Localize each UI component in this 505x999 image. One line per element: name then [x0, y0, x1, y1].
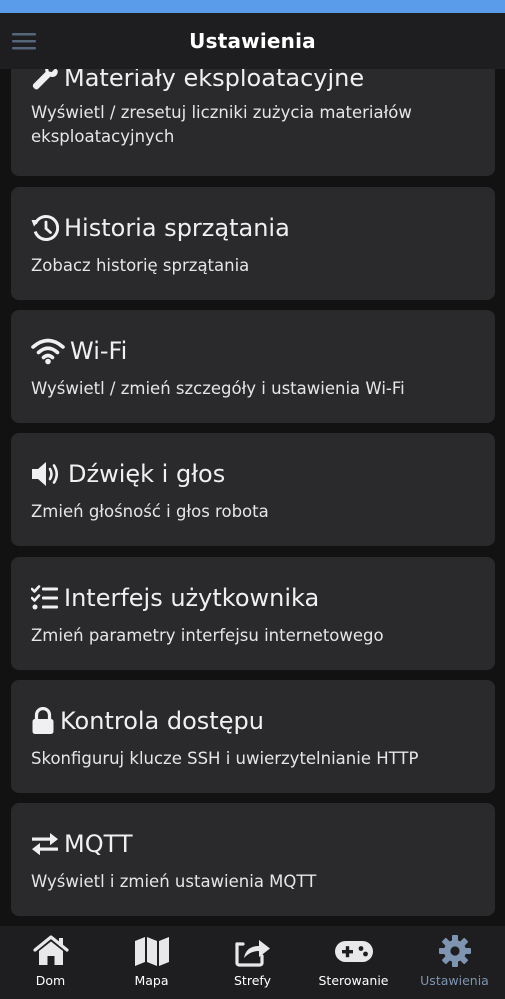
card-title: Wi-Fi — [70, 337, 128, 365]
lock-icon — [31, 706, 57, 736]
card-description: Zmień parametry interfejsu internetowego — [31, 626, 384, 645]
nav-item-zones[interactable]: Strefy — [202, 926, 303, 999]
nav-item-control[interactable]: Sterowanie — [303, 926, 404, 999]
card-mqtt[interactable]: MQTT Wyświetl i zmień ustawienia MQTT — [11, 803, 495, 916]
wrench-icon — [31, 69, 61, 93]
share-icon — [234, 934, 271, 968]
nav-item-home[interactable]: Dom — [0, 926, 101, 999]
settings-list[interactable]: Materiały eksploatacyjne Wyświetl / zres… — [0, 69, 505, 926]
nav-label: Mapa — [134, 973, 169, 988]
history-icon — [31, 213, 61, 243]
app-bar: Ustawienia — [0, 13, 505, 69]
map-icon — [134, 934, 170, 968]
card-title: MQTT — [64, 830, 133, 858]
gamepad-icon — [334, 934, 374, 968]
nav-label: Sterowanie — [318, 973, 389, 988]
card-user-interface[interactable]: Interfejs użytkownika Zmień parametry in… — [11, 557, 495, 670]
card-description: Zmień głośność i głos robota — [31, 502, 269, 521]
card-description: Wyświetl / zresetuj liczniki zużycia mat… — [31, 103, 412, 146]
volume-icon — [31, 459, 65, 489]
card-cleaning-history[interactable]: Historia sprzątania Zobacz historię sprz… — [11, 187, 495, 300]
card-title: Historia sprzątania — [64, 214, 290, 242]
card-title: Kontrola dostępu — [60, 707, 264, 735]
card-title: Materiały eksploatacyjne — [64, 69, 365, 92]
status-strip — [0, 0, 505, 13]
card-description: Zobacz historię sprzątania — [31, 256, 250, 275]
card-access-control[interactable]: Kontrola dostępu Skonfiguruj klucze SSH … — [11, 680, 495, 793]
card-description: Skonfiguruj klucze SSH i uwierzytelniani… — [31, 749, 419, 768]
bottom-navigation: Dom Mapa Strefy Sterowanie Ustawienia — [0, 926, 505, 999]
card-sound-voice[interactable]: Dźwięk i głos Zmień głośność i głos robo… — [11, 433, 495, 546]
scrollbar[interactable] — [501, 69, 505, 926]
card-description: Wyświetl i zmień ustawienia MQTT — [31, 872, 317, 891]
checklist-icon — [31, 583, 61, 613]
exchange-arrows-icon — [31, 829, 61, 859]
home-icon — [32, 934, 69, 968]
nav-item-settings[interactable]: Ustawienia — [404, 926, 505, 999]
hamburger-menu-icon[interactable] — [12, 30, 36, 52]
card-title: Dźwięk i głos — [68, 460, 226, 488]
nav-item-map[interactable]: Mapa — [101, 926, 202, 999]
card-wifi[interactable]: Wi-Fi Wyświetl / zmień szczegóły i ustaw… — [11, 310, 495, 423]
nav-label: Strefy — [234, 973, 271, 988]
gear-icon — [438, 934, 472, 968]
page-title: Ustawienia — [189, 29, 316, 53]
nav-label: Ustawienia — [420, 973, 489, 988]
card-consumables[interactable]: Materiały eksploatacyjne Wyświetl / zres… — [11, 69, 495, 176]
card-title: Interfejs użytkownika — [64, 584, 320, 612]
wifi-icon — [31, 336, 67, 366]
nav-label: Dom — [35, 973, 66, 988]
card-description: Wyświetl / zmień szczegóły i ustawienia … — [31, 379, 405, 398]
